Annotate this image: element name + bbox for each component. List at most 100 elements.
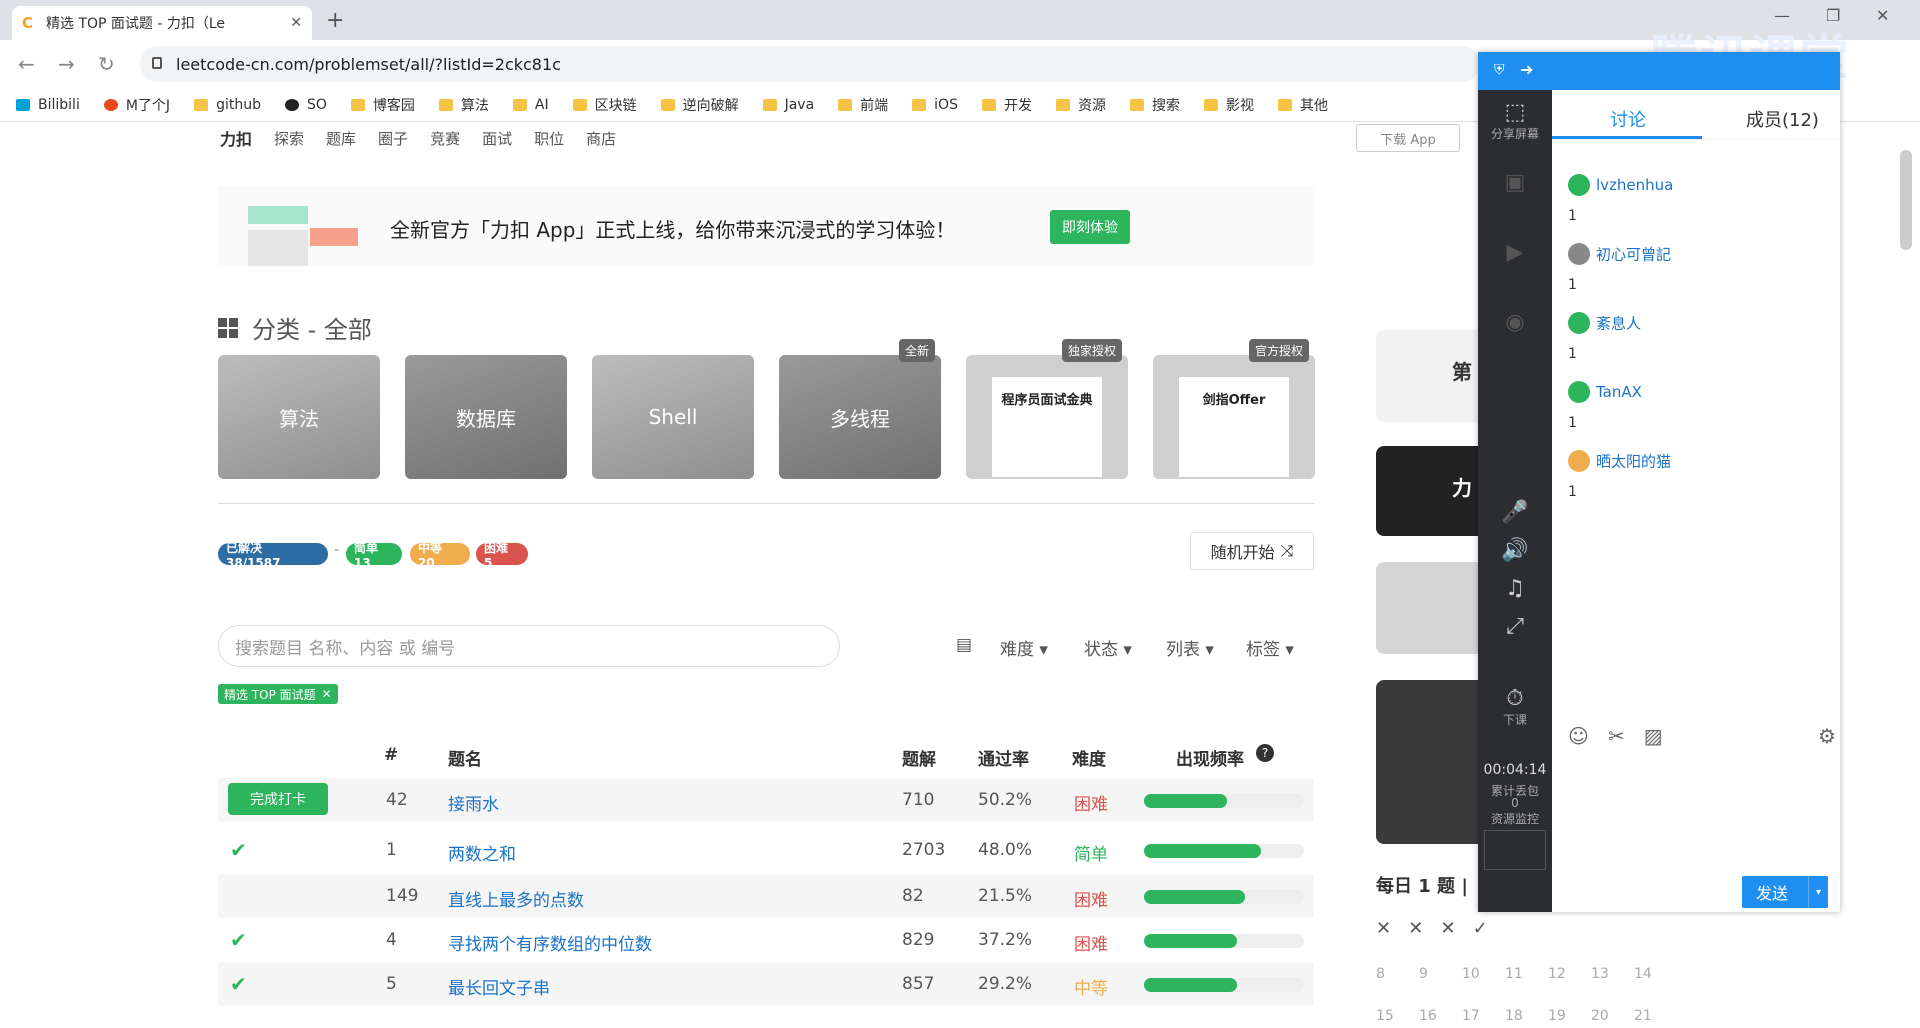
calendar-day[interactable]: 21 xyxy=(1634,1008,1652,1024)
chat-username[interactable]: 紊息人 xyxy=(1596,315,1641,333)
browser-tab[interactable]: C 精选 TOP 面试题 - 力扣（Le ✕ xyxy=(12,6,312,40)
chat-username[interactable]: 晒太阳的猫 xyxy=(1596,453,1671,471)
ppt-button[interactable]: ▣ xyxy=(1478,170,1552,195)
bookmark-item[interactable]: 前端 xyxy=(838,95,888,115)
image-icon[interactable]: ▨ xyxy=(1644,724,1663,748)
back-icon[interactable]: ← xyxy=(18,52,35,76)
filter-status[interactable]: 状态 ▾ xyxy=(1084,635,1132,660)
calendar-day[interactable]: 9 xyxy=(1419,966,1428,982)
nav-problemset[interactable]: 题库 xyxy=(326,128,356,149)
remove-tag-icon[interactable]: ✕ xyxy=(322,687,332,701)
avatar[interactable] xyxy=(1568,174,1590,196)
bookmark-item[interactable]: M了个J xyxy=(103,95,170,115)
calendar-day[interactable]: 19 xyxy=(1548,1008,1566,1024)
bookmark-item[interactable]: SO xyxy=(284,97,327,113)
camera-button[interactable]: ◉ xyxy=(1478,310,1552,335)
help-icon[interactable]: ? xyxy=(1256,744,1274,762)
avatar[interactable] xyxy=(1568,243,1590,265)
leetcode-logo[interactable]: 力扣 xyxy=(220,126,252,150)
new-tab-icon[interactable]: + xyxy=(326,8,344,33)
video-button[interactable]: ▶ xyxy=(1478,240,1552,265)
nav-contest[interactable]: 竞赛 xyxy=(430,128,460,149)
col-title[interactable]: 题名 xyxy=(448,745,482,770)
calendar-day[interactable]: 11 xyxy=(1505,966,1523,982)
cell-name[interactable]: 接雨水 xyxy=(448,790,499,815)
tab-members[interactable]: 成员(12) xyxy=(1746,106,1819,132)
page-scrollbar[interactable] xyxy=(1900,150,1912,250)
calendar-day[interactable]: 17 xyxy=(1462,1008,1480,1024)
chat-username[interactable]: 初心可曾記 xyxy=(1596,246,1671,264)
music-button[interactable]: ♫ xyxy=(1478,576,1552,601)
cell-name[interactable]: 最长回文子串 xyxy=(448,974,550,999)
chat-username[interactable]: TanAX xyxy=(1596,383,1642,401)
calendar-day[interactable]: 18 xyxy=(1505,1008,1523,1024)
calendar-day[interactable]: 16 xyxy=(1419,1008,1437,1024)
bookmark-item[interactable]: 区块链 xyxy=(572,95,637,115)
fullscreen-button[interactable]: ⤢ xyxy=(1478,614,1552,639)
bookmark-item[interactable]: 搜索 xyxy=(1129,95,1180,115)
doc-icon[interactable]: ▤ xyxy=(956,635,972,655)
avatar[interactable] xyxy=(1568,450,1590,472)
bookmark-item[interactable]: 影视 xyxy=(1203,95,1254,115)
bookmark-item[interactable]: 算法 xyxy=(438,95,489,115)
url-input[interactable]: leetcode-cn.com/problemset/all/?listId=2… xyxy=(140,46,1480,82)
col-solutions[interactable]: 题解 xyxy=(902,745,936,770)
promo-try-button[interactable]: 即刻体验 xyxy=(1050,210,1130,244)
bookmark-item[interactable]: 其他 xyxy=(1277,95,1328,115)
card-algorithms[interactable]: 算法 xyxy=(218,355,380,479)
calendar-day[interactable]: 8 xyxy=(1376,966,1385,982)
bookmark-item[interactable]: 逆向破解 xyxy=(660,95,739,115)
shield-icon[interactable]: ⛨ xyxy=(1494,62,1505,78)
card-concurrency[interactable]: 全新 多线程 xyxy=(779,339,941,479)
share-screen-button[interactable]: ⬚ 分享屏幕 xyxy=(1478,100,1552,142)
filter-list[interactable]: 列表 ▾ xyxy=(1166,635,1214,660)
bookmark-item[interactable]: github xyxy=(194,97,261,113)
close-window-icon[interactable]: ✕ xyxy=(1876,6,1889,25)
random-start-button[interactable]: 随机开始 ⤨ xyxy=(1190,532,1314,570)
bookmark-item[interactable]: Java xyxy=(762,97,814,113)
calendar-day[interactable]: 10 xyxy=(1462,966,1480,982)
scissors-icon[interactable]: ✂ xyxy=(1608,724,1625,748)
emoji-icon[interactable]: ☺ xyxy=(1568,724,1589,748)
nav-circle[interactable]: 圈子 xyxy=(378,128,408,149)
bookmark-item[interactable]: 博客园 xyxy=(350,95,415,115)
mic-button[interactable]: 🎤 xyxy=(1478,500,1552,525)
send-dropdown-icon[interactable]: ▾ xyxy=(1808,876,1828,908)
nav-interview[interactable]: 面试 xyxy=(482,128,512,149)
arrow-icon[interactable]: ➜ xyxy=(1520,60,1533,79)
calendar-day[interactable]: 13 xyxy=(1591,966,1609,982)
search-input[interactable]: 搜索题目 名称、内容 或 编号 xyxy=(218,625,840,667)
bookmark-item[interactable]: Bilibili xyxy=(16,97,80,113)
cell-name[interactable]: 寻找两个有序数组的中位数 xyxy=(448,930,652,955)
nav-explore[interactable]: 探索 xyxy=(274,128,304,149)
download-app-button[interactable]: 下载 App xyxy=(1356,124,1460,152)
card-database[interactable]: 数据库 xyxy=(405,355,567,479)
card-shell[interactable]: Shell xyxy=(592,355,754,479)
calendar-day[interactable]: 12 xyxy=(1548,966,1566,982)
nav-store[interactable]: 商店 xyxy=(586,128,616,149)
checkin-button[interactable]: 完成打卡 xyxy=(228,783,328,815)
chat-username[interactable]: lvzhenhua xyxy=(1596,176,1673,194)
nav-jobs[interactable]: 职位 xyxy=(534,128,564,149)
col-difficulty[interactable]: 难度 xyxy=(1072,745,1106,770)
col-number[interactable]: # xyxy=(384,745,398,765)
close-tab-icon[interactable]: ✕ xyxy=(290,15,302,31)
forward-icon[interactable]: → xyxy=(58,52,75,76)
calendar-day[interactable]: 20 xyxy=(1591,1008,1609,1024)
filter-tags[interactable]: 标签 ▾ xyxy=(1246,635,1294,660)
calendar-day[interactable]: 14 xyxy=(1634,966,1652,982)
settings-icon[interactable]: ⚙ xyxy=(1818,724,1836,748)
end-class-button[interactable]: ⏱ 下课 xyxy=(1478,686,1552,728)
avatar[interactable] xyxy=(1568,381,1590,403)
cell-name[interactable]: 直线上最多的点数 xyxy=(448,886,584,911)
cell-name[interactable]: 两数之和 xyxy=(448,840,516,865)
speaker-button[interactable]: 🔊 xyxy=(1478,538,1552,563)
reload-icon[interactable]: ↻ xyxy=(98,52,115,76)
col-frequency[interactable]: 出现频率 xyxy=(1176,745,1244,770)
monitor-label[interactable]: 资源监控 xyxy=(1478,810,1552,827)
avatar[interactable] xyxy=(1568,312,1590,334)
active-tag[interactable]: 精选 TOP 面试题 ✕ xyxy=(218,684,338,704)
bookmark-item[interactable]: 资源 xyxy=(1055,95,1106,115)
card-interview-book[interactable]: 独家授权 程序员面试金典 xyxy=(966,339,1128,479)
send-button[interactable]: 发送 ▾ xyxy=(1742,876,1828,908)
